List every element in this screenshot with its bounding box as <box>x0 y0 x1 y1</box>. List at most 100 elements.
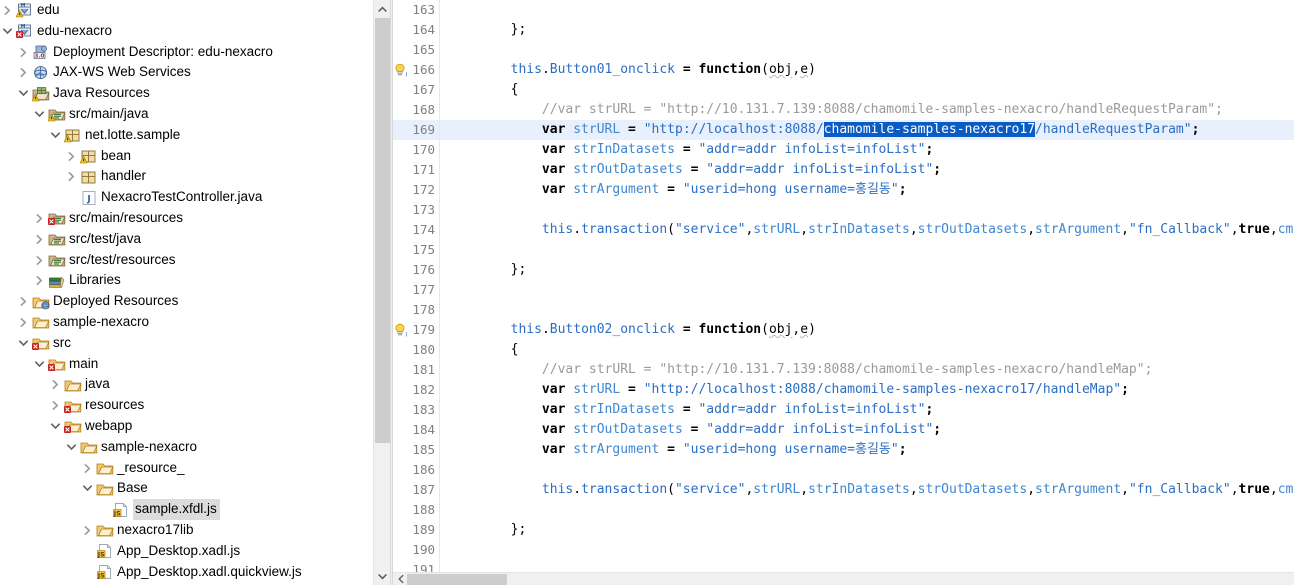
code-text[interactable]: var strArgument = "userid=hong username=… <box>440 440 1294 460</box>
code-text[interactable]: this.transaction("service",strURL,strInD… <box>440 220 1294 240</box>
code-line[interactable]: 168 //var strURL = "http://10.131.7.139:… <box>393 100 1294 120</box>
chevron-right-icon[interactable] <box>48 395 64 416</box>
code-line[interactable]: 167 { <box>393 80 1294 100</box>
tree-item[interactable]: handler <box>0 166 390 187</box>
chevron-right-icon[interactable] <box>32 250 48 271</box>
code-line[interactable]: 175 <box>393 240 1294 260</box>
scrollbar-track[interactable] <box>507 573 1294 585</box>
code-line[interactable]: 172 var strArgument = "userid=hong usern… <box>393 180 1294 200</box>
code-text[interactable] <box>440 280 1294 300</box>
line-number-gutter[interactable]: 187 <box>393 480 439 500</box>
line-number-gutter[interactable]: 164 <box>393 20 439 40</box>
code-line[interactable]: 177 <box>393 280 1294 300</box>
scrollbar-thumb[interactable] <box>407 573 507 585</box>
tree-item[interactable]: src/main/java <box>0 104 390 125</box>
chevron-down-icon[interactable] <box>32 104 48 125</box>
line-number-gutter[interactable]: 169 <box>393 120 439 140</box>
code-line[interactable]: 164 }; <box>393 20 1294 40</box>
scrollbar-thumb[interactable] <box>375 18 390 443</box>
line-number-gutter[interactable]: 184 <box>393 420 439 440</box>
code-line[interactable]: i 166 this.Button01_onclick = function(ob… <box>393 60 1294 80</box>
tree-item[interactable]: JS App_Desktop.xadl.quickview.js <box>0 562 390 583</box>
line-number-gutter[interactable]: 176 <box>393 260 439 280</box>
line-number-gutter[interactable]: 172 <box>393 180 439 200</box>
code-line[interactable]: 182 var strURL = "http://localhost:8088/… <box>393 380 1294 400</box>
code-text[interactable]: }; <box>440 260 1294 280</box>
code-line[interactable]: 174 this.transaction("service",strURL,st… <box>393 220 1294 240</box>
tree-item[interactable]: src/test/resources <box>0 250 390 271</box>
line-number-gutter[interactable]: 170 <box>393 140 439 160</box>
line-number-gutter[interactable]: 181 <box>393 360 439 380</box>
code-text[interactable] <box>440 240 1294 260</box>
code-lines-container[interactable]: 163 164 }; 165 i 166 this.Button01_onclick =… <box>393 0 1294 572</box>
javascript-source-editor[interactable]: 163 164 }; 165 i 166 this.Button01_onclick =… <box>393 0 1294 585</box>
chevron-down-icon[interactable] <box>0 21 16 42</box>
scroll-down-icon[interactable] <box>374 568 390 585</box>
code-line[interactable]: 189 }; <box>393 520 1294 540</box>
code-line[interactable]: 185 var strArgument = "userid=hong usern… <box>393 440 1294 460</box>
code-line[interactable]: 184 var strOutDatasets = "addr=addr info… <box>393 420 1294 440</box>
code-text[interactable]: //var strURL = "http://10.131.7.139:8088… <box>440 360 1294 380</box>
chevron-right-icon[interactable] <box>16 42 32 63</box>
line-number-gutter[interactable]: 171 <box>393 160 439 180</box>
code-text[interactable] <box>440 200 1294 220</box>
code-text[interactable]: var strInDatasets = "addr=addr infoList=… <box>440 400 1294 420</box>
chevron-down-icon[interactable] <box>32 354 48 375</box>
tree-item[interactable]: J NexacroTestController.java <box>0 187 390 208</box>
chevron-down-icon[interactable] <box>48 125 64 146</box>
chevron-right-icon[interactable] <box>64 166 80 187</box>
line-number-gutter[interactable]: 168 <box>393 100 439 120</box>
code-text[interactable]: this.Button02_onclick = function(obj,e) <box>440 320 1294 340</box>
code-line[interactable]: 178 <box>393 300 1294 320</box>
chevron-right-icon[interactable] <box>16 291 32 312</box>
line-number-gutter[interactable]: i 179 <box>393 320 439 340</box>
code-text[interactable]: var strInDatasets = "addr=addr infoList=… <box>440 140 1294 160</box>
tree-item[interactable]: Deployed Resources <box>0 291 390 312</box>
tree-item[interactable]: sample-nexacro <box>0 437 390 458</box>
code-text[interactable]: }; <box>440 20 1294 40</box>
chevron-down-icon[interactable] <box>80 478 96 499</box>
code-text[interactable]: { <box>440 80 1294 100</box>
editor-horizontal-scrollbar[interactable] <box>393 572 1294 585</box>
quick-fix-info-icon[interactable]: i <box>393 63 408 79</box>
chevron-right-icon[interactable] <box>16 62 32 83</box>
code-line[interactable]: 188 <box>393 500 1294 520</box>
code-text[interactable]: this.transaction("service",strURL,strInD… <box>440 480 1294 500</box>
chevron-right-icon[interactable] <box>32 229 48 250</box>
code-text[interactable]: var strOutDatasets = "addr=addr infoList… <box>440 160 1294 180</box>
chevron-right-icon[interactable] <box>64 146 80 167</box>
line-number-gutter[interactable]: 182 <box>393 380 439 400</box>
chevron-down-icon[interactable] <box>64 437 80 458</box>
line-number-gutter[interactable]: 178 <box>393 300 439 320</box>
code-text[interactable] <box>440 500 1294 520</box>
code-line[interactable]: 170 var strInDatasets = "addr=addr infoL… <box>393 140 1294 160</box>
code-text[interactable] <box>440 540 1294 560</box>
code-line[interactable]: 190 <box>393 540 1294 560</box>
tree-item[interactable]: Medu-nexacro <box>0 21 390 42</box>
tree-item[interactable]: resources <box>0 395 390 416</box>
code-text[interactable] <box>440 0 1294 20</box>
line-number-gutter[interactable]: 165 <box>393 40 439 60</box>
tree-item[interactable]: java <box>0 374 390 395</box>
code-text[interactable] <box>440 40 1294 60</box>
code-text[interactable]: var strURL = "http://localhost:8088/cham… <box>440 120 1294 140</box>
tree-item[interactable]: bean <box>0 146 390 167</box>
code-text[interactable] <box>440 560 1294 572</box>
line-number-gutter[interactable]: 167 <box>393 80 439 100</box>
line-number-gutter[interactable]: 189 <box>393 520 439 540</box>
code-text[interactable]: //var strURL = "http://10.131.7.139:8088… <box>440 100 1294 120</box>
tree-item[interactable]: 3.0 Deployment Descriptor: edu-nexacro <box>0 42 390 63</box>
tree-item[interactable]: net.lotte.sample <box>0 125 390 146</box>
project-tree-vertical-scrollbar[interactable] <box>373 0 390 585</box>
line-number-gutter[interactable]: 163 <box>393 0 439 20</box>
code-line[interactable]: 165 <box>393 40 1294 60</box>
tree-item[interactable]: src/test/java <box>0 229 390 250</box>
code-text[interactable]: var strArgument = "userid=hong username=… <box>440 180 1294 200</box>
chevron-right-icon[interactable] <box>32 208 48 229</box>
tree-item[interactable]: main <box>0 354 390 375</box>
line-number-gutter[interactable]: 174 <box>393 220 439 240</box>
code-text[interactable]: this.Button01_onclick = function(obj,e) <box>440 60 1294 80</box>
tree-item[interactable]: sample-nexacro <box>0 312 390 333</box>
tree-item[interactable]: Base <box>0 478 390 499</box>
code-text[interactable] <box>440 300 1294 320</box>
